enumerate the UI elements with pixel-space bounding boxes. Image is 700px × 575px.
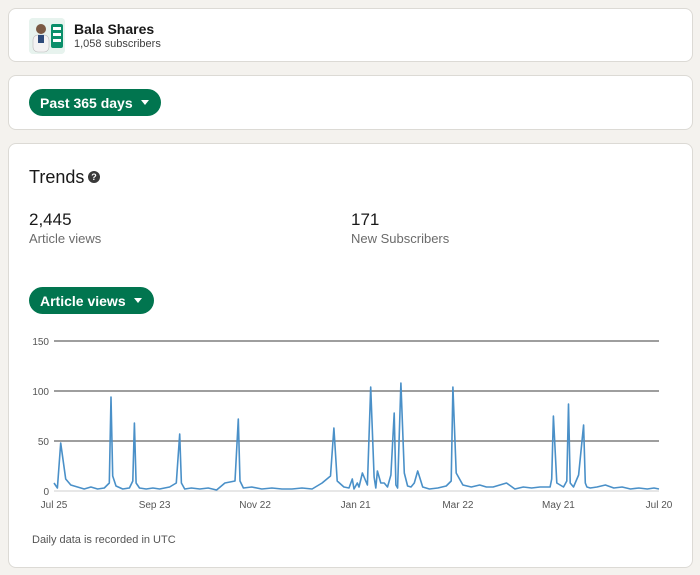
caret-down-icon — [140, 100, 149, 105]
y-tick-label: 0 — [43, 487, 49, 498]
y-tick-label: 150 — [32, 337, 49, 348]
utc-footnote: Daily data is recorded in UTC — [32, 534, 176, 546]
x-axis-ticks: Jul 25 Sep 23 Nov 22 Jan 21 Mar 22 May 21 Jul … — [41, 500, 673, 511]
stat-new-subscribers-value: 171 — [351, 210, 380, 229]
y-axis-ticks: 0 50 100 150 — [32, 337, 49, 498]
article-views-chart: 0 50 100 150 Jul 25 Sep 23 Nov 22 Jan 21 Mar 22… — [32, 337, 673, 511]
metric-label: Article views — [40, 292, 126, 309]
x-tick-label: Jul 20 — [646, 500, 673, 511]
newsletter-name[interactable]: Bala Shares — [74, 21, 154, 37]
profile-card: Bala Shares 1,058 subscribers — [8, 8, 693, 62]
y-tick-label: 100 — [32, 387, 49, 398]
x-tick-label: Sep 23 — [139, 500, 171, 511]
x-tick-label: Jan 21 — [341, 500, 371, 511]
avatar[interactable] — [29, 18, 65, 54]
date-range-dropdown[interactable]: Past 365 days — [29, 89, 161, 116]
metric-dropdown[interactable]: Article views — [29, 287, 154, 314]
x-tick-label: Jul 25 — [41, 500, 68, 511]
x-tick-label: Mar 22 — [442, 500, 474, 511]
series-line-article-views — [53, 382, 660, 491]
stat-article-views-label: Article views — [29, 231, 102, 246]
date-range-label: Past 365 days — [40, 94, 133, 111]
help-icon[interactable]: ? — [88, 171, 100, 183]
y-tick-label: 50 — [38, 437, 50, 448]
trends-card: Trends ? 2,445 Article views 171 New Sub… — [8, 143, 693, 568]
stat-new-subscribers-label: New Subscribers — [351, 231, 450, 246]
caret-down-icon — [133, 298, 142, 303]
stat-article-views-value: 2,445 — [29, 210, 72, 229]
trends-title: Trends — [29, 167, 85, 187]
x-tick-label: Nov 22 — [239, 500, 271, 511]
date-range-card: Past 365 days — [8, 75, 693, 130]
x-tick-label: May 21 — [542, 500, 575, 511]
subscriber-count: 1,058 subscribers — [74, 38, 161, 50]
avatar-image — [29, 18, 65, 54]
